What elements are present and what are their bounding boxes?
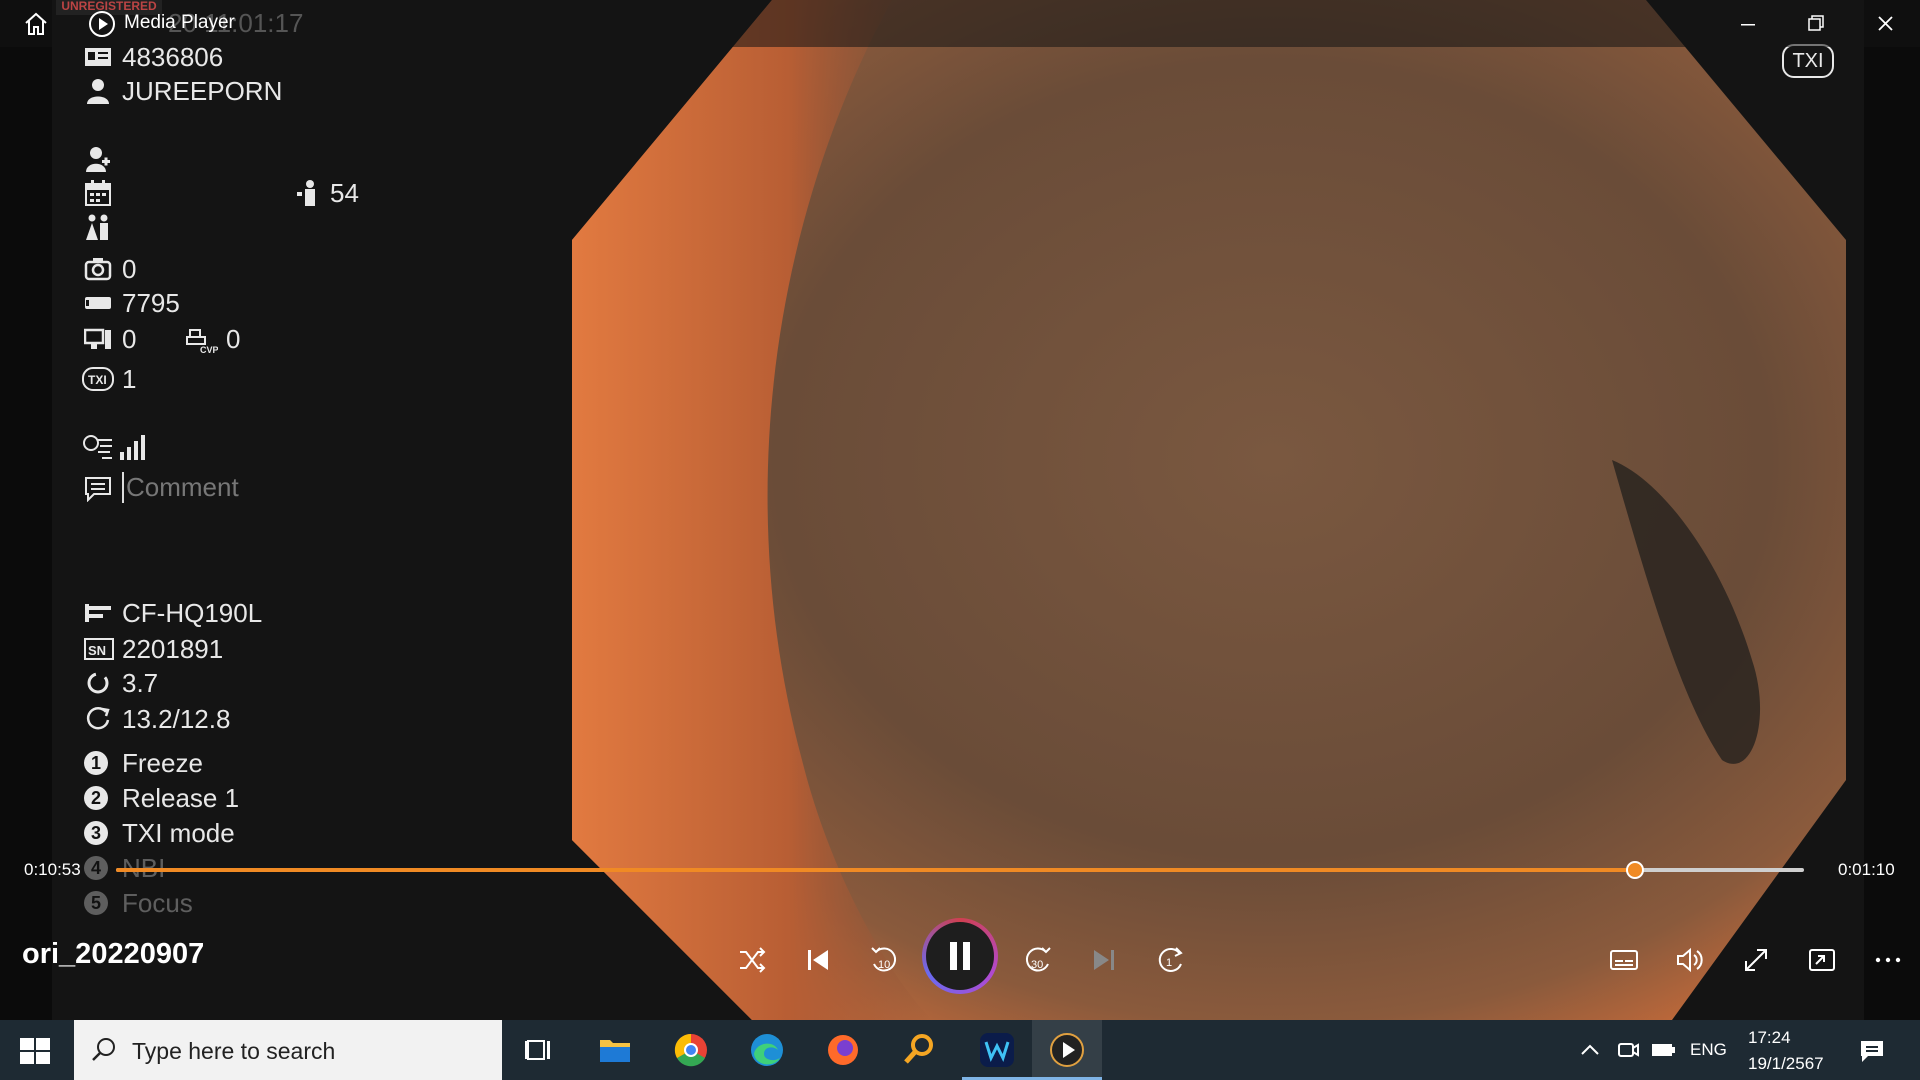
clock-date[interactable]: 19/1/2567 [1748,1054,1824,1074]
firefox-icon[interactable] [820,1028,866,1072]
notifications-icon[interactable] [1858,1038,1886,1064]
patient-age: 54 [330,178,359,208]
txi-badge: TXI [1782,44,1834,78]
svg-text:1: 1 [1166,957,1172,969]
capture-count: 0 [122,254,137,284]
elapsed-time: 0:10:53 [24,860,81,879]
comment-field[interactable]: Comment [122,472,239,503]
meet-now-icon[interactable] [1616,1038,1640,1062]
button-5-label: Focus [122,888,193,918]
serial-number-icon: SN [84,638,114,660]
svg-text:10: 10 [878,959,890,971]
button-2-label: Release 1 [122,783,240,813]
cycle-icon [86,707,110,730]
webex-app[interactable] [962,1020,1032,1080]
scope-model: CF-HQ190L [122,598,263,628]
volume-button[interactable] [1670,940,1710,980]
button-3-badge: 3 [84,821,108,845]
txi-value: 1 [122,364,137,394]
restore-button[interactable] [1792,8,1838,40]
search-app-icon[interactable] [896,1028,942,1072]
skip-forward-30-button[interactable]: 30 [1018,940,1058,980]
pause-button[interactable] [922,918,998,994]
close-button[interactable] [1862,8,1908,40]
battery-icon[interactable] [1650,1038,1678,1062]
clock-time[interactable]: 17:24 [1748,1028,1791,1048]
value-b: 13.2/12.8 [122,704,231,734]
display-count: 0 [122,324,137,354]
media-player-icon [1050,1033,1084,1067]
button-1-badge: 1 [84,751,108,775]
taskbar-search-box[interactable]: Type here to search [74,1020,502,1080]
task-view-icon[interactable] [516,1028,562,1072]
calendar-icon [85,180,111,206]
more-options-button[interactable] [1868,940,1908,980]
button-5-badge: 5 [84,891,108,915]
next-button[interactable] [1084,940,1124,980]
value-a: 3.7 [122,668,159,698]
button-1-label: Freeze [122,748,203,778]
seek-bar[interactable] [116,861,1804,879]
counter-value: 7795 [122,288,180,318]
subtitles-button[interactable] [1604,940,1644,980]
file-explorer-icon[interactable] [592,1028,638,1072]
signal-level-icon [120,435,145,460]
cvp-printer-icon: CVP [186,329,218,354]
media-player-app[interactable] [1032,1020,1102,1080]
mini-player-button[interactable] [1802,940,1842,980]
chrome-icon[interactable] [668,1028,714,1072]
patient-name: JUREEPORN [122,76,283,106]
language-indicator[interactable]: ENG [1690,1040,1727,1060]
rotation-icon [87,672,109,694]
search-placeholder: Type here to search [132,1038,336,1064]
cvp-count: 0 [226,324,241,354]
media-player-app-icon [89,11,115,37]
window-title: Media Player [124,12,235,33]
svg-text:CVP: CVP [200,345,218,354]
button-3-label: TXI mode [122,818,235,848]
search-icon [92,1038,115,1061]
gas-icon [83,435,112,459]
id-card-icon [85,48,111,66]
media-title: ori_20220907 [22,938,205,970]
txi-icon: TXI [82,367,114,391]
seek-bar-progress [116,868,1636,872]
chevron-up-icon[interactable] [1578,1038,1602,1062]
serial-number: 2201891 [122,634,224,664]
age-icon [297,180,315,206]
pause-icon [926,922,994,990]
svg-text:TXI: TXI [88,373,107,387]
scope-icon [85,604,111,622]
previous-button[interactable] [798,940,838,980]
camera-icon [84,258,112,281]
webex-icon [980,1033,1014,1067]
monitor-icon [84,328,111,349]
person-icon [87,79,109,104]
repeat-one-button[interactable]: 1 [1150,940,1190,980]
doctor-icon [86,147,110,172]
button-2-badge: 2 [84,786,108,810]
edge-icon[interactable] [744,1028,790,1072]
shuffle-button[interactable] [732,940,772,980]
skip-back-10-button[interactable]: 10 [864,940,904,980]
comment-icon [85,477,111,502]
windows-start-button[interactable] [18,1036,52,1066]
remaining-time: 0:01:10 [1838,860,1895,879]
title-bar: UNREGISTERED 20 11:01:17 Media Player [0,0,1920,47]
gender-icon [86,214,108,240]
minimize-button[interactable] [1724,8,1770,40]
taskbar: Type here to search ENG 17:24 19/1/2567 [0,1020,1920,1080]
endoscopy-image [572,0,1846,1020]
svg-text:SN: SN [88,643,106,658]
home-icon[interactable] [22,10,50,38]
svg-text:30: 30 [1031,959,1043,971]
button-4-badge: 4 [84,856,108,880]
storage-icon [85,297,111,309]
fullscreen-button[interactable] [1736,940,1776,980]
